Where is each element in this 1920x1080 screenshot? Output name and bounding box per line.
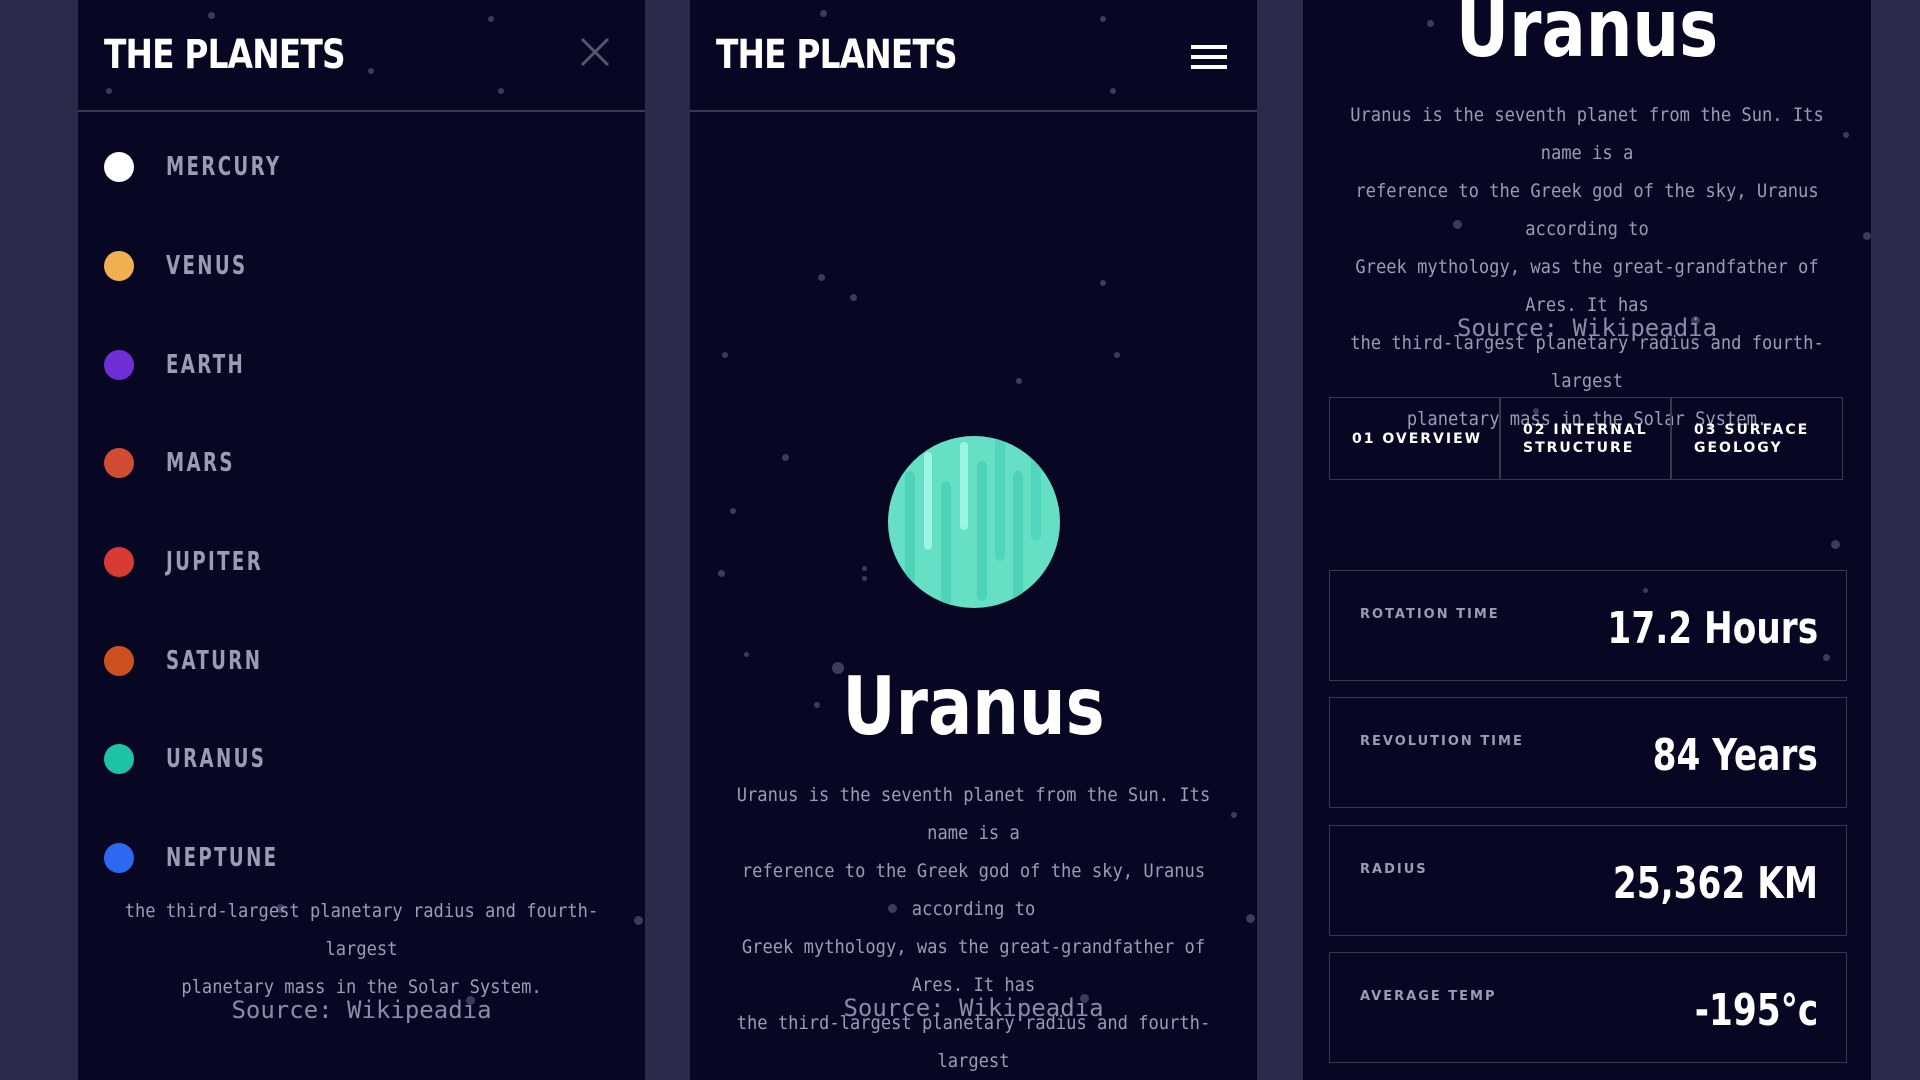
- menu-item-neptune[interactable]: NEPTUNE: [104, 835, 604, 885]
- description-line: reference to the Greek god of the sky, U…: [1355, 180, 1819, 240]
- planet-description-partial: the third-largest planetary radius and f…: [106, 892, 616, 1006]
- stats-panel: Uranus Uranus is the seventh planet from…: [1303, 0, 1871, 1080]
- stat-label: RADIUS: [1360, 862, 1428, 877]
- mobile-menu-panel: THE PLANETS MERCURY VENUS EARTH MARS JUP…: [78, 0, 645, 1080]
- description-line: Uranus is the seventh planet from the Su…: [1350, 104, 1824, 164]
- menu-toggle-button[interactable]: [1191, 44, 1227, 70]
- menu-item-label: NEPTUNE: [166, 843, 279, 873]
- mercury-dot-icon: [104, 152, 134, 182]
- tab-overview[interactable]: 01 OVERVIEW: [1329, 397, 1500, 480]
- description-line: Greek mythology, was the great-grandfath…: [1355, 256, 1819, 316]
- app-logo[interactable]: THE PLANETS: [716, 32, 958, 78]
- earth-dot-icon: [104, 350, 134, 380]
- stat-value: -195°c: [1694, 985, 1818, 1036]
- stat-value: 25,362 KM: [1612, 858, 1818, 909]
- stat-radius: RADIUS 25,362 KM: [1329, 825, 1847, 936]
- stat-value: 17.2 Hours: [1607, 603, 1818, 654]
- menu-item-label: URANUS: [166, 744, 267, 774]
- planet-description: Uranus is the seventh planet from the Su…: [1331, 96, 1842, 438]
- menu-item-venus[interactable]: VENUS: [104, 243, 604, 293]
- jupiter-dot-icon: [104, 547, 134, 577]
- menu-item-uranus[interactable]: URANUS: [104, 736, 604, 786]
- neptune-dot-icon: [104, 843, 134, 873]
- planet-description: Uranus is the seventh planet from the Su…: [718, 776, 1228, 1080]
- menu-item-saturn[interactable]: SATURN: [104, 638, 604, 688]
- description-line: Uranus is the seventh planet from the Su…: [736, 784, 1211, 844]
- app-logo[interactable]: THE PLANETS: [104, 32, 346, 78]
- menu-item-earth[interactable]: EARTH: [104, 342, 604, 392]
- stat-value: 84 Years: [1652, 730, 1818, 781]
- stat-revolution-time: REVOLUTION TIME 84 Years: [1329, 697, 1847, 808]
- menu-item-mercury[interactable]: MERCURY: [104, 144, 604, 194]
- tab-surface-geology[interactable]: 03 SURFACE GEOLOGY: [1671, 397, 1843, 480]
- tab-label: 03 SURFACE GEOLOGY: [1694, 421, 1810, 456]
- menu-item-label: JUPITER: [166, 547, 264, 577]
- description-line: Greek mythology, was the great-grandfath…: [741, 936, 1206, 996]
- stat-label: AVERAGE TEMP: [1360, 989, 1497, 1004]
- description-line: the third-largest planetary radius and f…: [124, 900, 599, 960]
- header: THE PLANETS: [690, 0, 1257, 112]
- stat-label: REVOLUTION TIME: [1360, 734, 1524, 749]
- mars-dot-icon: [104, 448, 134, 478]
- mobile-overview-panel: THE PLANETS Uranus Uranus is the seventh…: [690, 0, 1257, 1080]
- description-line: reference to the Greek god of the sky, U…: [741, 860, 1206, 920]
- planet-title: Uranus: [842, 660, 1105, 753]
- menu-item-label: MERCURY: [166, 152, 282, 182]
- venus-dot-icon: [104, 251, 134, 281]
- stat-rotation-time: ROTATION TIME 17.2 Hours: [1329, 570, 1847, 681]
- menu-item-jupiter[interactable]: JUPITER: [104, 539, 604, 589]
- menu-item-mars[interactable]: MARS: [104, 440, 604, 490]
- tab-label: 01 OVERVIEW: [1352, 430, 1483, 447]
- stat-average-temp: AVERAGE TEMP -195°c: [1329, 952, 1847, 1063]
- source-link[interactable]: Source: Wikipeadia: [1303, 314, 1871, 342]
- menu-item-label: VENUS: [166, 251, 248, 281]
- planet-image: [888, 436, 1060, 608]
- tab-internal-structure[interactable]: 02 INTERNAL STRUCTURE: [1500, 397, 1671, 480]
- planet-title: Uranus: [1455, 0, 1719, 75]
- source-link[interactable]: Source: Wikipeadia: [690, 994, 1257, 1022]
- uranus-dot-icon: [104, 744, 134, 774]
- close-menu-button[interactable]: [577, 34, 613, 70]
- tab-label: 02 INTERNAL STRUCTURE: [1523, 421, 1648, 456]
- stat-label: ROTATION TIME: [1360, 607, 1500, 622]
- header: THE PLANETS: [78, 0, 645, 112]
- saturn-dot-icon: [104, 646, 134, 676]
- menu-item-label: MARS: [166, 448, 235, 478]
- close-icon: [580, 37, 610, 67]
- menu-item-label: EARTH: [166, 350, 246, 380]
- menu-item-label: SATURN: [166, 646, 263, 676]
- uranus-planet-icon: [888, 436, 1060, 608]
- source-link[interactable]: Source: Wikipeadia: [78, 996, 645, 1024]
- hamburger-icon: [1191, 45, 1227, 69]
